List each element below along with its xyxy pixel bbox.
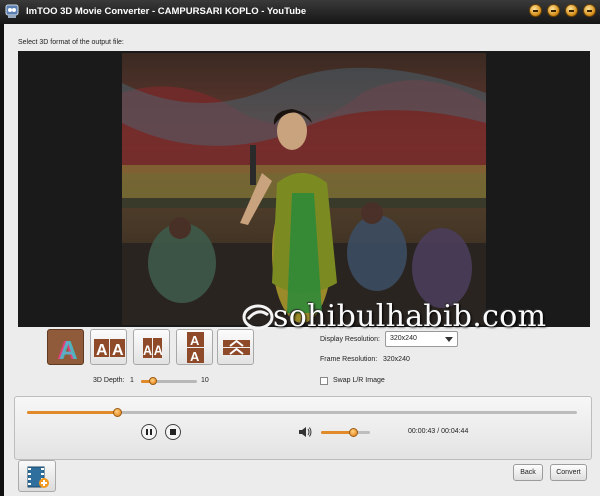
title-bar: ImTOO 3D Movie Converter - CAMPURSARI KO… — [0, 0, 600, 24]
svg-text:A: A — [190, 333, 200, 348]
chevron-down-icon — [445, 337, 453, 342]
display-resolution-select[interactable]: 320x240 — [385, 331, 458, 347]
format-side-by-side-half-button[interactable]: A A — [133, 329, 170, 365]
display-resolution-value: 320x240 — [390, 335, 417, 342]
seek-bar-handle[interactable] — [112, 408, 122, 417]
volume-icon[interactable] — [298, 426, 312, 438]
top-and-bottom-full-icon: A A — [187, 332, 204, 364]
video-scene-image — [122, 53, 486, 325]
top-and-bottom-half-icon — [223, 339, 250, 355]
main-panel: Select 3D format of the output file: soh… — [4, 24, 600, 496]
svg-text:A: A — [143, 342, 152, 358]
seek-bar[interactable] — [27, 408, 577, 417]
svg-text:A: A — [112, 342, 124, 359]
seek-bar-fill — [27, 411, 117, 414]
svg-text:A: A — [190, 349, 200, 364]
minimize-icon[interactable] — [565, 4, 578, 17]
side-by-side-full-icon: A A — [94, 339, 125, 359]
format-top-and-bottom-full-button[interactable]: A A — [176, 329, 213, 365]
stop-button[interactable] — [165, 424, 181, 440]
svg-text:A: A — [96, 342, 108, 359]
depth-slider[interactable] — [141, 377, 197, 385]
svg-text:A: A — [154, 342, 163, 358]
close-icon[interactable] — [583, 4, 596, 17]
video-frame — [122, 53, 486, 325]
format-prompt: Select 3D format of the output file: — [18, 39, 124, 46]
svg-text:A: A — [59, 335, 78, 365]
volume-slider[interactable] — [321, 428, 370, 437]
swap-lr-checkbox[interactable] — [320, 377, 328, 385]
app-icon — [5, 4, 19, 18]
frame-resolution-label: Frame Resolution: — [320, 356, 378, 363]
time-readout: 00:00:43 / 00:04:44 — [408, 428, 469, 435]
display-resolution-label: Display Resolution: — [320, 336, 380, 343]
format-anaglyph-button[interactable]: A A — [47, 329, 84, 365]
side-by-side-half-icon: A A — [143, 338, 163, 358]
anaglyph-icon: A A — [57, 335, 78, 365]
depth-max-label: 10 — [201, 377, 209, 384]
watermark-logo — [242, 304, 274, 330]
depth-label: 3D Depth: — [93, 377, 125, 384]
minimize-mode-icon[interactable] — [547, 4, 560, 17]
swap-lr-label: Swap L/R Image — [333, 377, 385, 384]
format-side-by-side-full-button[interactable]: A A — [90, 329, 127, 365]
watermark-text: sohibulhabib.com — [273, 299, 547, 334]
back-button[interactable]: Back — [513, 464, 543, 481]
volume-slider-handle[interactable] — [348, 428, 358, 437]
window-title: ImTOO 3D Movie Converter - CAMPURSARI KO… — [26, 6, 307, 17]
pause-button[interactable] — [141, 424, 157, 440]
depth-slider-handle[interactable] — [149, 377, 158, 385]
film-add-icon — [27, 466, 49, 488]
menu-icon[interactable] — [529, 4, 542, 17]
convert-button[interactable]: Convert — [550, 464, 587, 481]
playback-panel: 00:00:43 / 00:04:44 — [14, 396, 592, 460]
video-preview: sohibulhabib.com — [18, 51, 590, 334]
depth-min-label: 1 — [130, 377, 134, 384]
frame-resolution-value: 320x240 — [383, 356, 410, 363]
add-file-button[interactable] — [18, 460, 56, 492]
format-top-and-bottom-half-button[interactable] — [217, 329, 254, 365]
